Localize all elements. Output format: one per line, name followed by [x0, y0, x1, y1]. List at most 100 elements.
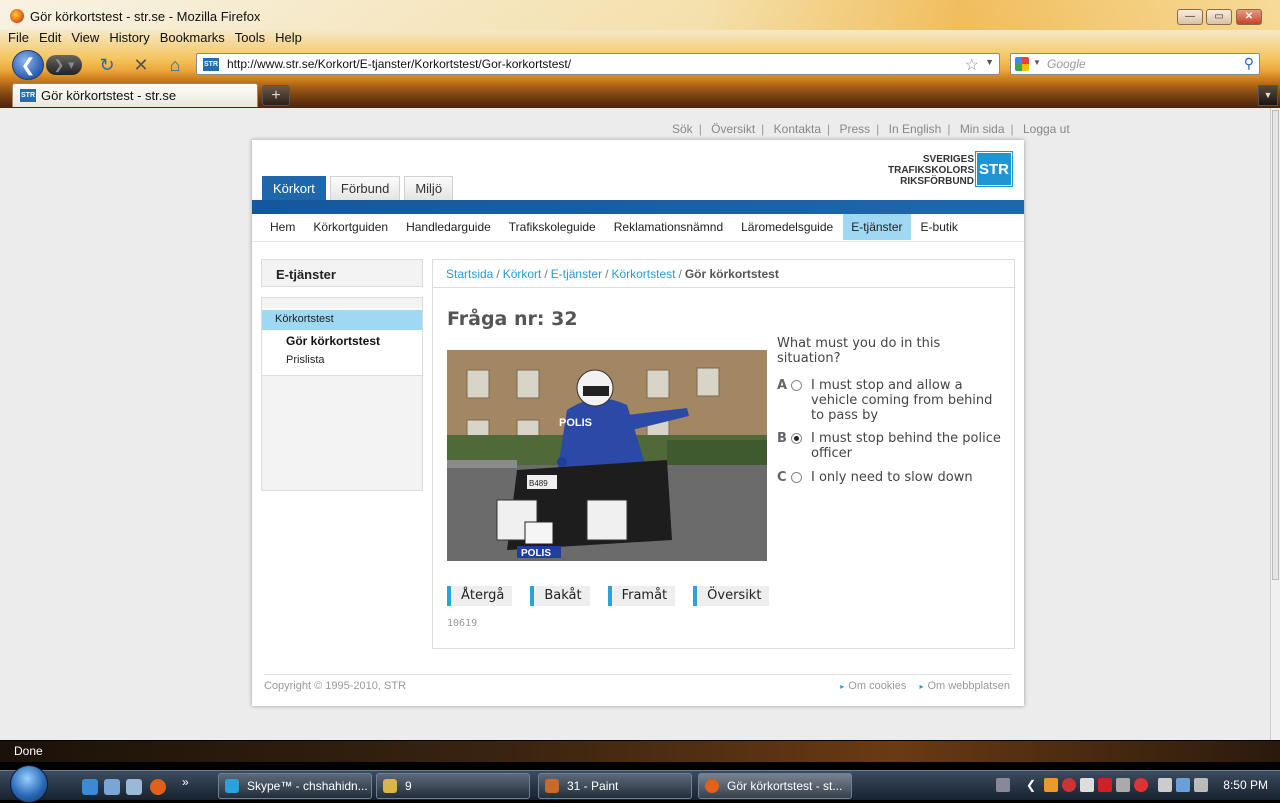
sidebar-heading: E-tjänster [261, 259, 423, 287]
subnav-e-tjanster[interactable]: E-tjänster [843, 214, 911, 240]
ie-icon[interactable] [82, 779, 98, 795]
minimize-button[interactable]: — [1177, 9, 1203, 25]
option-text[interactable]: I only need to slow down [811, 470, 1001, 485]
firefox-quicklaunch-icon[interactable] [150, 779, 166, 795]
close-button[interactable]: ✕ [1236, 9, 1262, 25]
str-logo[interactable]: SVERIGES TRAFIKSKOLORS RIKSFÖRBUND STR [888, 151, 1013, 188]
taskbar-item-skype[interactable]: Skype™ - chshahidn... [218, 773, 372, 799]
url-dropdown-icon[interactable]: ▼ [985, 57, 994, 67]
tab-forbund[interactable]: Förbund [329, 176, 401, 200]
show-desktop-icon[interactable] [104, 779, 120, 795]
oversikt-button[interactable]: Översikt [693, 586, 770, 606]
toplink-oversikt[interactable]: Översikt [711, 122, 755, 136]
start-button[interactable] [10, 765, 48, 803]
answer-radio-b[interactable] [791, 433, 802, 444]
sidebar-item-korkortstest[interactable]: Körkortstest [262, 310, 422, 330]
breadcrumb-korkort[interactable]: Körkort [503, 267, 542, 281]
task-label: 9 [405, 779, 412, 793]
stop-icon[interactable]: ✕ [130, 54, 152, 76]
scrollbar-thumb[interactable] [1272, 110, 1279, 580]
security-icon[interactable] [1062, 778, 1076, 792]
police-motorcycle-image: POLIS B489 POLIS [447, 350, 767, 561]
answer-radio-a[interactable] [791, 380, 802, 391]
footer-link-cookies[interactable]: Om cookies [848, 680, 906, 692]
toplink-logga-ut[interactable]: Logga ut [1023, 122, 1070, 136]
option-text[interactable]: I must stop and allow a vehicle coming f… [811, 378, 1001, 423]
site-favicon-icon: STR [203, 58, 219, 71]
toplink-min-sida[interactable]: Min sida [960, 122, 1005, 136]
breadcrumb-korkortstest[interactable]: Körkortstest [611, 267, 675, 281]
windows-taskbar: » Skype™ - chshahidn... 9 31 - Paint Gör… [0, 765, 1280, 803]
keyboard-icon[interactable] [996, 778, 1010, 792]
toplink-press[interactable]: Press [839, 122, 870, 136]
update-icon[interactable] [1134, 778, 1148, 792]
back-icon[interactable]: ❮ [12, 50, 44, 80]
menu-tools[interactable]: Tools [235, 30, 265, 48]
maximize-button[interactable]: ▭ [1206, 9, 1232, 25]
tab-active[interactable]: STR Gör körkortstest - str.se [12, 83, 258, 107]
taskbar-item-firefox[interactable]: Gör körkortstest - st... [698, 773, 852, 799]
quicklaunch-more-icon[interactable]: » [182, 775, 189, 789]
subnav-handledarguide[interactable]: Handledarguide [398, 214, 499, 240]
sidebar-item-gor-korkortstest[interactable]: Gör körkortstest [286, 334, 380, 348]
subnav-korkortguiden[interactable]: Körkortguiden [305, 214, 396, 240]
tab-miljo[interactable]: Miljö [404, 176, 454, 200]
tab-list-icon[interactable]: ▼ [1258, 85, 1278, 106]
tray-expand-icon[interactable]: ❮ [1026, 778, 1040, 792]
tray-app-icon[interactable] [1044, 778, 1058, 792]
network-icon[interactable] [1176, 778, 1190, 792]
footer-links: ▸ Om cookies ▸ Om webbplatsen [830, 680, 1010, 692]
breadcrumb-startsida[interactable]: Startsida [446, 267, 493, 281]
antivirus-icon[interactable] [1098, 778, 1112, 792]
clock[interactable]: 8:50 PM [1223, 778, 1268, 792]
footer-link-webbplatsen[interactable]: Om webbplatsen [927, 680, 1010, 692]
device-icon[interactable] [1116, 778, 1130, 792]
volume-icon[interactable] [1194, 778, 1208, 792]
toplink-kontakta[interactable]: Kontakta [774, 122, 821, 136]
bakat-button[interactable]: Bakåt [530, 586, 590, 606]
search-input[interactable]: Google [1047, 57, 1086, 71]
new-tab-button[interactable]: + [262, 85, 290, 106]
menu-file[interactable]: File [8, 30, 29, 48]
subnav-trafikskoleguide[interactable]: Trafikskoleguide [501, 214, 604, 240]
tab-korkort[interactable]: Körkort [262, 176, 326, 200]
forward-icon[interactable]: ❯ ▾ [46, 55, 82, 75]
subnav-reklamationsnamnd[interactable]: Reklamationsnämnd [606, 214, 731, 240]
menu-history[interactable]: History [109, 30, 149, 48]
reload-icon[interactable]: ↻ [96, 54, 118, 76]
question-photo: POLIS B489 POLIS [447, 350, 767, 561]
framat-button[interactable]: Framåt [607, 586, 676, 606]
sidebar-item-prislista[interactable]: Prislista [286, 354, 325, 366]
switch-windows-icon[interactable] [126, 779, 142, 795]
atergå-button[interactable]: Återgå [447, 586, 513, 606]
answer-radio-c[interactable] [791, 472, 802, 483]
menu-bookmarks[interactable]: Bookmarks [160, 30, 225, 48]
search-icon[interactable]: ⚲ [1244, 55, 1254, 72]
url-text[interactable]: http://www.str.se/Korkort/E-tjanster/Kor… [227, 57, 571, 71]
menu-help[interactable]: Help [275, 30, 302, 48]
subnav-hem[interactable]: Hem [262, 214, 303, 240]
sidebar: Körkortstest Gör körkortstest Prislista [261, 297, 423, 491]
home-icon[interactable]: ⌂ [164, 54, 186, 76]
subnav-laromedelsguide[interactable]: Läromedelsguide [733, 214, 841, 240]
bookmark-star-icon[interactable]: ☆ [965, 55, 979, 75]
network-warning-icon[interactable] [1080, 778, 1094, 792]
toplink-sok[interactable]: Sök [672, 122, 693, 136]
subnav-e-butik[interactable]: E-butik [913, 214, 966, 240]
toplink-in-english[interactable]: In English [889, 122, 942, 136]
search-bar[interactable]: ▼ Google ⚲ [1010, 53, 1260, 75]
battery-icon[interactable] [1158, 778, 1172, 792]
breadcrumb-current: Gör körkortstest [684, 267, 779, 281]
google-icon[interactable] [1015, 57, 1029, 71]
bullet-icon: ▸ [840, 682, 845, 691]
search-engine-dropdown-icon[interactable]: ▼ [1033, 58, 1041, 67]
menu-edit[interactable]: Edit [39, 30, 61, 48]
option-text[interactable]: I must stop behind the police officer [811, 431, 1001, 461]
breadcrumb-e-tjanster[interactable]: E-tjänster [551, 267, 602, 281]
taskbar-item-paint[interactable]: 31 - Paint [538, 773, 692, 799]
window-title: Gör körkortstest - str.se - Mozilla Fire… [30, 9, 261, 24]
menu-view[interactable]: View [71, 30, 99, 48]
taskbar-item-folder[interactable]: 9 [376, 773, 530, 799]
vertical-scrollbar[interactable] [1270, 108, 1280, 740]
url-bar[interactable]: STR http://www.str.se/Korkort/E-tjanster… [196, 53, 1000, 75]
